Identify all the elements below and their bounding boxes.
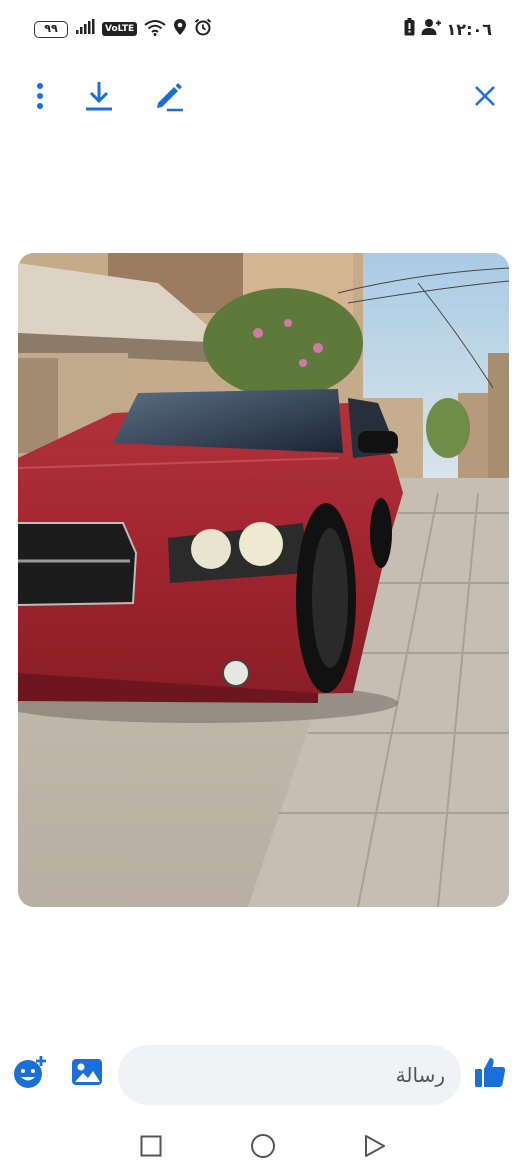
emoji-button[interactable] (10, 1054, 50, 1094)
more-options-button[interactable] (22, 80, 58, 116)
status-left: ٩٩ VoLTE (34, 18, 212, 40)
back-icon (364, 1134, 386, 1162)
more-vertical-icon (36, 82, 44, 114)
gallery-icon (71, 1058, 103, 1090)
edit-icon (153, 80, 185, 116)
red-car-photo[interactable] (18, 253, 509, 907)
home-button[interactable] (247, 1132, 279, 1164)
download-icon (84, 80, 114, 116)
system-navigation-bar (0, 1128, 526, 1168)
close-icon (473, 84, 497, 112)
alarm-icon (194, 18, 212, 40)
add-emoji-icon (12, 1054, 48, 1094)
status-bar: ٩٩ VoLTE ١٢:٠٦ (0, 14, 526, 46)
like-button[interactable] (470, 1054, 510, 1094)
message-input[interactable] (118, 1045, 461, 1105)
volte-icon: VoLTE (102, 22, 138, 36)
home-icon (250, 1133, 276, 1163)
viewer-toolbar (0, 72, 526, 120)
close-button[interactable] (467, 80, 503, 116)
gallery-button[interactable] (67, 1054, 107, 1094)
edit-button[interactable] (151, 80, 187, 116)
recents-button[interactable] (135, 1132, 167, 1164)
battery-level: ٩٩ (44, 21, 58, 35)
status-right: ١٢:٠٦ (404, 18, 492, 40)
phone-battery-icon (404, 18, 415, 40)
download-button[interactable] (81, 80, 117, 116)
wifi-icon (144, 19, 166, 40)
location-icon (173, 18, 187, 40)
back-button[interactable] (359, 1132, 391, 1164)
thumbs-up-icon (474, 1056, 506, 1092)
image-viewer-screen: ٩٩ VoLTE ١٢:٠٦ رسالة (0, 0, 526, 1175)
clock: ١٢:٠٦ (446, 19, 492, 39)
user-add-icon (421, 18, 441, 40)
message-composer (0, 1038, 526, 1110)
signal-icon (75, 19, 95, 39)
recents-icon (140, 1135, 162, 1161)
battery-icon: ٩٩ (34, 20, 68, 38)
